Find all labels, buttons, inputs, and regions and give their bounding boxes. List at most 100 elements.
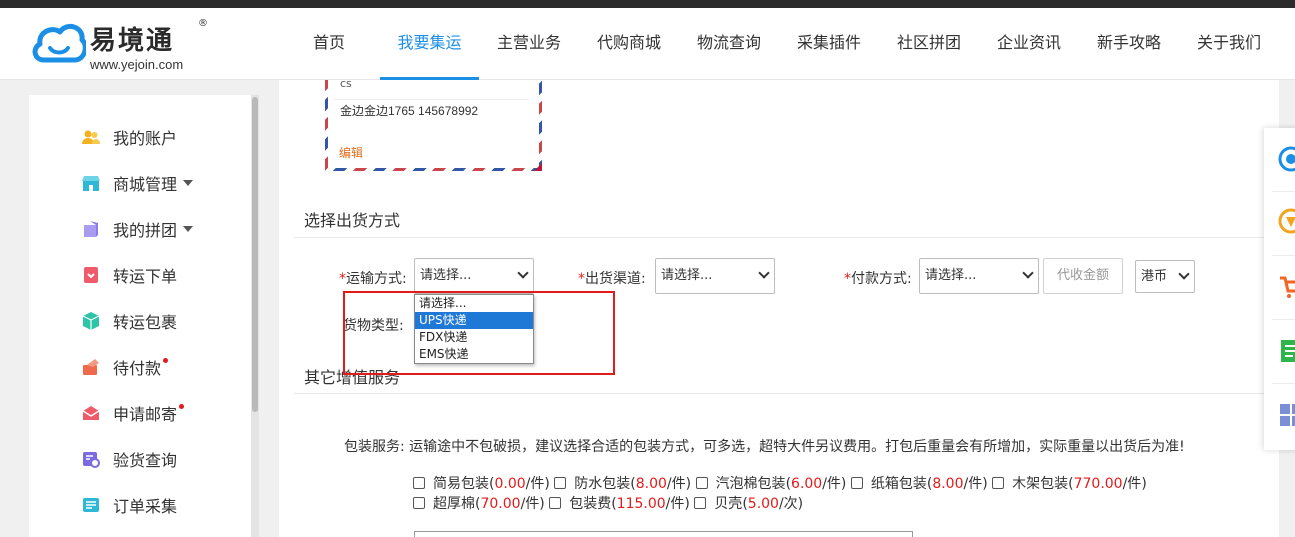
top-dark-strip [0, 0, 1295, 8]
address-card-body: cs 金边金边1765 145678992 编辑 [328, 77, 539, 168]
sidebar-item-order-collect[interactable]: 订单采集 [81, 492, 177, 518]
packing-option[interactable]: 木架包装(770.00/件) [992, 476, 1147, 492]
packing-option[interactable]: 防水包装(8.00/件) [554, 476, 691, 492]
sidebar-item-label: 订单采集 [113, 497, 178, 516]
mail-icon [82, 406, 100, 420]
inspect-icon [83, 452, 100, 468]
logo-name: 易境通 [90, 26, 175, 56]
divider [294, 237, 1279, 238]
payment-select[interactable]: 请选择... [919, 258, 1039, 294]
cart-icon[interactable] [1278, 274, 1295, 300]
channel-select[interactable]: 请选择... [655, 258, 775, 294]
sidebar-item-label: 商城管理 [113, 175, 178, 194]
sidebar-item-my-account[interactable]: 我的账户 [81, 124, 177, 150]
selected-corner-mark [534, 163, 542, 171]
checkbox[interactable] [413, 497, 425, 509]
group-buy-icon [84, 221, 98, 237]
logo[interactable]: 易境通 ® www.yejoin.com [30, 16, 220, 76]
sidebar-item-label: 我的拼团 [113, 221, 178, 240]
sidebar-item-transfer-order[interactable]: 转运下单 [81, 262, 177, 288]
nav-collect-plugin[interactable]: 采集插件 [796, 8, 862, 80]
highlight-annotation-box [343, 291, 615, 375]
packing-label: 包装服务: [344, 439, 405, 455]
checkbox[interactable] [850, 477, 863, 489]
divider [1272, 191, 1295, 192]
packing-option[interactable]: 汽泡棉包装(6.00/件) [695, 476, 846, 492]
checkbox[interactable] [694, 497, 707, 509]
packing-options: 简易包装(0.00/件) 防水包装(8.00/件) 汽泡棉包装(6.00/件) … [413, 474, 1253, 514]
packing-note-text: 运输途中不包破损，建议选择合适的包装方式，可多选，超特大件另议费用。打包后重量会… [409, 439, 1185, 455]
collect-icon [83, 498, 99, 512]
notification-dot [179, 403, 185, 409]
sidebar-item-apply-mailing[interactable]: 申请邮寄 [81, 400, 185, 426]
sidebar-item-my-group-buy[interactable]: 我的拼团 [81, 216, 194, 242]
checkbox[interactable] [413, 477, 425, 489]
divider [1272, 255, 1295, 256]
nav-consolidation[interactable]: 我要集运 [380, 8, 479, 80]
sidebar-item-inspection-query[interactable]: 验货查询 [81, 446, 177, 472]
grid-apps-icon[interactable] [1278, 402, 1295, 428]
nav-logistics-query[interactable]: 物流查询 [696, 8, 762, 80]
site-header: 易境通 ® www.yejoin.com 首页 我要集运 主营业务 代购商城 物… [0, 8, 1295, 80]
sidebar-item-label: 申请邮寄 [113, 405, 178, 424]
transport-label: *运输方式: [339, 271, 407, 287]
checkbox[interactable] [549, 497, 562, 509]
sidebar-item-transfer-package[interactable]: 转运包裹 [81, 308, 177, 334]
coupon-icon[interactable] [1278, 208, 1295, 234]
package-icon [82, 312, 100, 330]
checkbox[interactable] [554, 477, 567, 489]
chevron-down-icon [183, 180, 194, 186]
sidebar-item-label: 我的账户 [113, 129, 178, 148]
sidebar-item-mall-management[interactable]: 商城管理 [81, 170, 194, 196]
logo-url: www.yejoin.com [90, 57, 184, 72]
document-icon[interactable] [1278, 338, 1295, 364]
remarks-textarea[interactable] [414, 531, 913, 537]
sidebar-item-label: 转运包裹 [113, 313, 178, 332]
checkbox[interactable] [695, 477, 708, 489]
divider [1272, 319, 1295, 320]
registered-mark: ® [198, 18, 208, 29]
user-group-icon [82, 130, 100, 144]
address-card[interactable]: cs 金边金边1765 145678992 编辑 [325, 77, 542, 171]
order-icon [84, 267, 98, 283]
packing-note: 包装服务: 运输途中不包破损，建议选择合适的包装方式，可多选，超特大件另议费用。… [344, 436, 1185, 456]
shop-icon [82, 176, 100, 191]
packing-option[interactable]: 包装费(115.00/件) [549, 496, 690, 512]
packing-option[interactable]: 纸箱包装(8.00/件) [850, 476, 988, 492]
nav-shopping-mall[interactable]: 代购商城 [596, 8, 662, 80]
sidebar-item-label: 验货查询 [113, 451, 178, 470]
chevron-down-icon [183, 226, 194, 232]
nav-beginner-guide[interactable]: 新手攻略 [1096, 8, 1162, 80]
payment-label: *付款方式: [844, 271, 912, 287]
shipping-section-title: 选择出货方式 [304, 211, 401, 230]
nav-about-us[interactable]: 关于我们 [1196, 8, 1262, 80]
divider [294, 393, 1279, 394]
chevron-down-icon [1022, 267, 1034, 279]
edit-address-link[interactable]: 编辑 [339, 144, 363, 161]
notification-dot [163, 357, 169, 363]
chevron-down-icon [758, 267, 770, 279]
checkbox[interactable] [992, 477, 1005, 489]
chevron-down-icon [517, 267, 529, 279]
address-contact: 金边金边1765 145678992 [340, 104, 479, 118]
transport-select[interactable]: 请选择... [414, 258, 534, 294]
sidebar-item-label: 待付款 [113, 359, 162, 378]
nav-main-business[interactable]: 主营业务 [496, 8, 562, 80]
cloud-logo-icon [32, 23, 86, 63]
channel-label: *出货渠道: [578, 271, 646, 287]
sidebar-item-label: 转运下单 [113, 267, 178, 286]
nav-home[interactable]: 首页 [312, 8, 346, 80]
customer-service-icon[interactable] [1278, 146, 1295, 172]
payment-icon [83, 359, 99, 375]
packing-option[interactable]: 简易包装(0.00/件) [413, 476, 550, 492]
address-top-text: cs [340, 77, 352, 90]
nav-company-news[interactable]: 企业资讯 [996, 8, 1062, 80]
nav-community-group[interactable]: 社区拼团 [896, 8, 962, 80]
sidebar-item-pending-payment[interactable]: 待付款 [81, 354, 169, 380]
sidebar-scrollbar-thumb[interactable] [252, 97, 258, 412]
cod-amount-input[interactable]: 代收金额 [1043, 258, 1123, 294]
packing-option[interactable]: 贝壳(5.00/次) [694, 496, 803, 512]
currency-select[interactable]: 港币 [1135, 260, 1195, 293]
sidebar: 我的账户 商城管理 我的拼团 转运下单 转运包裹 待付款 申请邮寄 验货查询 订… [29, 95, 251, 537]
packing-option[interactable]: 超厚棉(70.00/件) [413, 496, 545, 512]
